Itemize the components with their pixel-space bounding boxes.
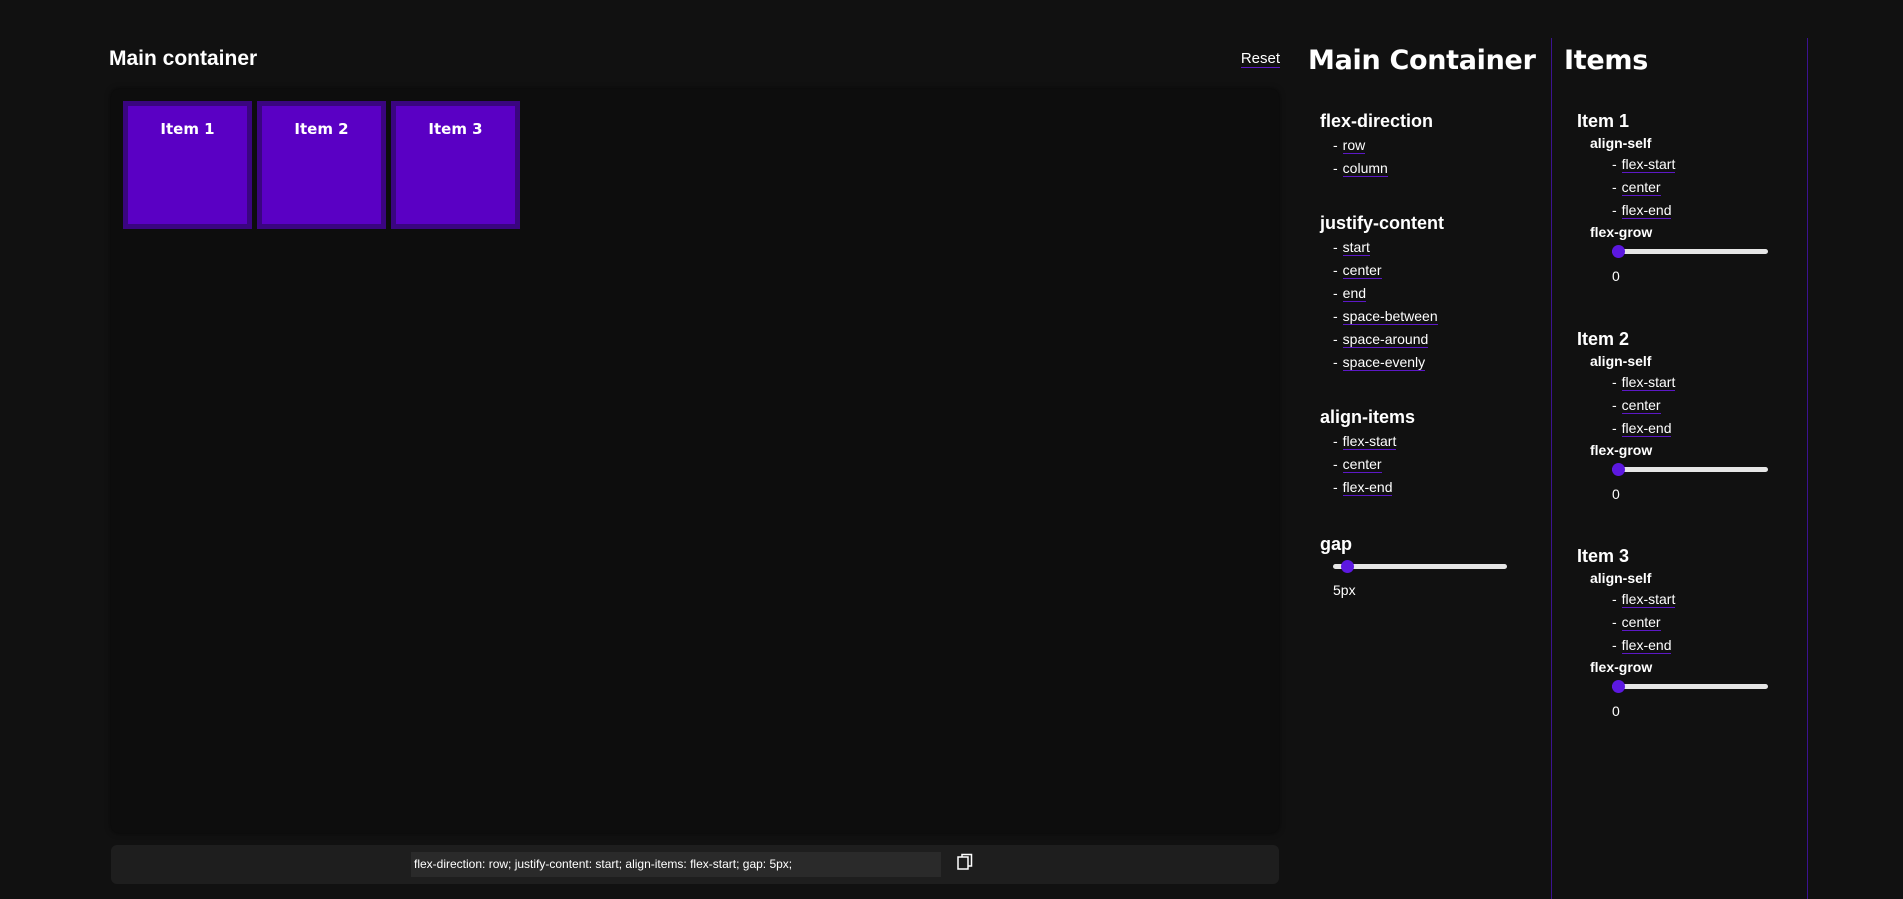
flex-grow-value: 0 — [1612, 268, 1620, 284]
flex-item-3[interactable]: Item 3 — [391, 101, 520, 229]
flex-grow-slider[interactable] — [1612, 462, 1768, 476]
option-space-around: - space-around — [1333, 331, 1429, 348]
justify-content-group: justify-content - start - center - end - spa… — [1320, 212, 1444, 374]
flex-item-1[interactable]: Item 1 — [123, 101, 252, 229]
option-link[interactable]: space-evenly — [1342, 354, 1426, 371]
option-link[interactable]: flex-end — [1621, 420, 1672, 437]
item-title: Item 1 — [1577, 111, 1630, 131]
align-self-title: align-self — [1590, 570, 1652, 586]
flex-grow-slider[interactable] — [1612, 244, 1768, 258]
flex-grow-title: flex-grow — [1590, 224, 1653, 240]
option-link[interactable]: flex-end — [1621, 637, 1672, 654]
gap-title: gap — [1320, 534, 1353, 554]
item-3-controls: Item 3 align-self - flex-start - center -f… — [1577, 545, 1768, 719]
align-items-title: align-items — [1320, 407, 1416, 427]
flex-direction-group: flex-direction - row - column — [1320, 110, 1433, 180]
option-link[interactable]: space-between — [1342, 308, 1438, 325]
option-flex-start: - flex-start — [1612, 591, 1676, 608]
option-column: - column — [1333, 160, 1388, 177]
reset-link[interactable]: Reset — [1240, 50, 1280, 68]
gap-value: 5px — [1333, 582, 1356, 598]
option-link[interactable]: row — [1342, 137, 1366, 154]
container-controls-panel: Main Container flex-direction - row - colu… — [1308, 44, 1550, 598]
option-center: - center — [1333, 456, 1382, 473]
flex-grow-title: flex-grow — [1590, 659, 1653, 675]
gap-slider[interactable] — [1333, 559, 1507, 573]
item-title: Item 2 — [1577, 329, 1630, 349]
panel-right-border — [1807, 38, 1808, 899]
item-1-controls: Item 1 align-self - flex-start - center -f… — [1577, 110, 1768, 284]
option-link[interactable]: center — [1621, 397, 1661, 414]
items-controls-panel: Items Item 1 align-self - flex-start - cen… — [1564, 44, 1808, 719]
justify-content-title: justify-content — [1320, 213, 1444, 233]
align-self-title: align-self — [1590, 353, 1652, 369]
items-panel-title: Items — [1564, 45, 1648, 76]
option-center: - center — [1333, 262, 1382, 279]
flex-grow-value: 0 — [1612, 703, 1620, 719]
option-flex-end: - flex-end — [1333, 479, 1393, 496]
option-flex-end: - flex-end — [1612, 420, 1672, 437]
option-link[interactable]: center — [1342, 262, 1382, 279]
option-flex-start: - flex-start — [1612, 374, 1676, 391]
option-space-evenly: - space-evenly — [1333, 354, 1426, 371]
flex-grow-slider[interactable] — [1612, 679, 1768, 693]
container-panel-title: Main Container — [1308, 45, 1536, 76]
option-link[interactable]: flex-start — [1342, 433, 1397, 450]
option-row: - row — [1333, 137, 1366, 154]
copy-icon[interactable] — [957, 853, 973, 871]
option-flex-start: - flex-start — [1333, 433, 1397, 450]
option-center: - center — [1612, 614, 1661, 631]
main-container-title: Main container — [109, 47, 258, 70]
gap-group: gap 5px — [1320, 533, 1507, 598]
option-flex-start: - flex-start — [1612, 156, 1676, 173]
flex-direction-title: flex-direction — [1320, 111, 1434, 131]
option-space-between: - space-between — [1333, 308, 1438, 325]
align-self-title: align-self — [1590, 135, 1652, 151]
option-link[interactable]: flex-end — [1621, 202, 1672, 219]
css-output-bar: flex-direction: row; justify-content: st… — [111, 845, 1279, 884]
option-link[interactable]: flex-start — [1621, 156, 1676, 173]
align-items-group: align-items - flex-start - center - flex-en… — [1320, 406, 1415, 499]
option-end: - end — [1333, 285, 1367, 302]
flex-preview-container: Item 1 Item 2 Item 3 — [111, 89, 1279, 833]
option-flex-end: - flex-end — [1612, 202, 1672, 219]
option-link[interactable]: flex-end — [1342, 479, 1393, 496]
css-output-field[interactable]: flex-direction: row; justify-content: st… — [411, 852, 941, 877]
option-flex-end: - flex-end — [1612, 637, 1672, 654]
panel-divider — [1551, 38, 1552, 899]
item-title: Item 3 — [1577, 546, 1630, 566]
main-container-header: Main container Reset — [109, 44, 1280, 74]
option-link[interactable]: flex-start — [1621, 374, 1676, 391]
option-center: - center — [1612, 179, 1661, 196]
option-link[interactable]: end — [1342, 285, 1367, 302]
option-start: - start — [1333, 239, 1370, 256]
option-link[interactable]: center — [1621, 614, 1661, 631]
flex-item-2[interactable]: Item 2 — [257, 101, 386, 229]
option-link[interactable]: center — [1621, 179, 1661, 196]
item-2-controls: Item 2 align-self - flex-start - center -f… — [1577, 328, 1768, 502]
main-container-section: Main container Reset Item 1 Item 2 Item … — [109, 44, 1280, 884]
option-center: - center — [1612, 397, 1661, 414]
option-link[interactable]: flex-start — [1621, 591, 1676, 608]
option-link[interactable]: center — [1342, 456, 1382, 473]
option-link[interactable]: column — [1342, 160, 1388, 177]
option-link[interactable]: space-around — [1342, 331, 1429, 348]
flex-grow-value: 0 — [1612, 486, 1620, 502]
option-link[interactable]: start — [1342, 239, 1370, 256]
flex-grow-title: flex-grow — [1590, 442, 1653, 458]
